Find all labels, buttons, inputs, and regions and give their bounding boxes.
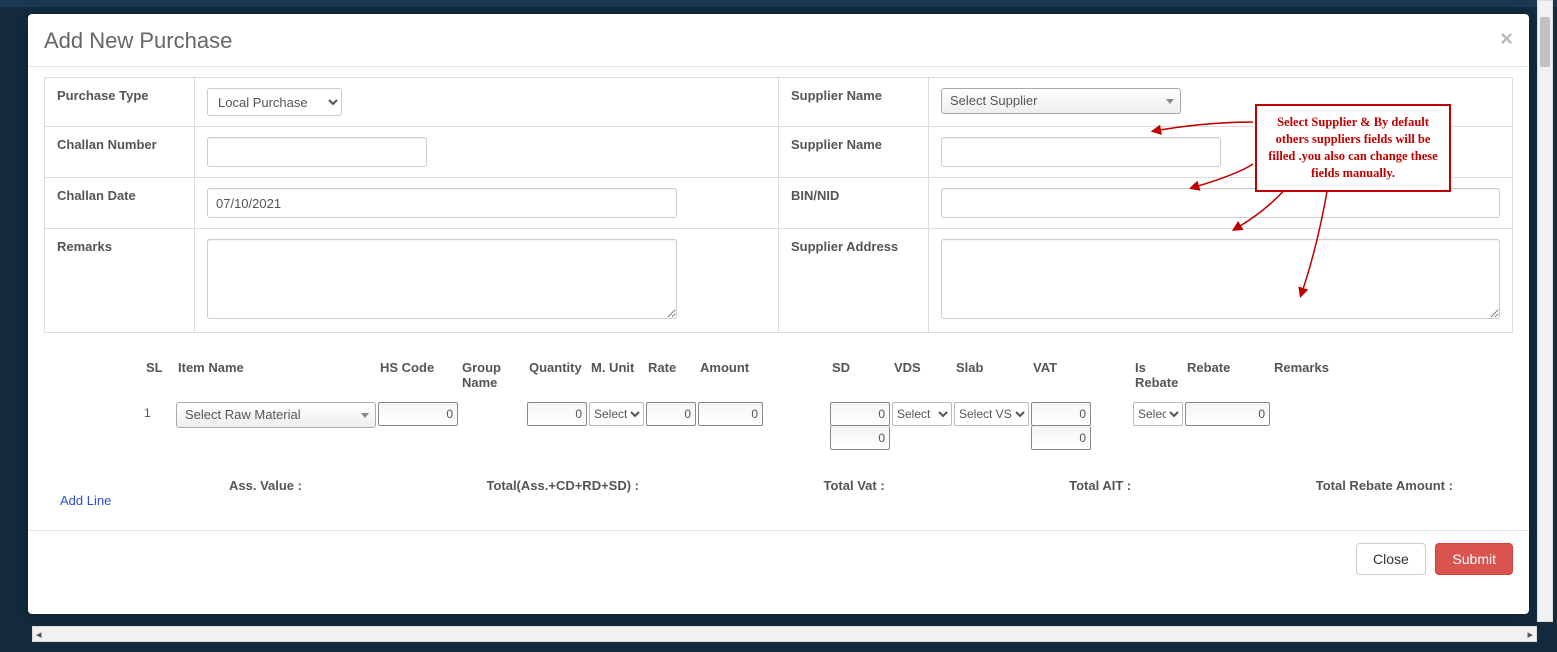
- supplier-name-text-label: Supplier Name: [779, 127, 929, 178]
- add-line-link[interactable]: Add Line: [60, 493, 111, 508]
- vertical-scrollbar[interactable]: [1537, 0, 1553, 622]
- col-slab: Slab: [954, 358, 1029, 377]
- col-sl: SL: [144, 358, 174, 377]
- rate-input[interactable]: [646, 402, 696, 426]
- remarks-textarea[interactable]: [207, 239, 677, 319]
- sd-input-1[interactable]: [830, 402, 890, 426]
- col-rebate: Rebate: [1185, 358, 1270, 377]
- col-rate: Rate: [646, 358, 696, 377]
- col-qty: Quantity: [527, 358, 587, 377]
- unit-select[interactable]: Select: [589, 402, 644, 426]
- col-hs: HS Code: [378, 358, 458, 377]
- supplier-address-label: Supplier Address: [779, 229, 929, 333]
- purchase-type-label: Purchase Type: [45, 78, 195, 127]
- scroll-left-icon[interactable]: ◂: [36, 628, 42, 641]
- col-sd: SD: [830, 358, 890, 377]
- add-purchase-modal: Add New Purchase × Purchase Type Local P…: [28, 14, 1529, 614]
- line-row: 1 Select Raw Material Select Select Sele…: [144, 402, 1513, 450]
- col-group: Group Name: [460, 358, 525, 392]
- sd-input-2[interactable]: [830, 426, 890, 450]
- supplier-address-textarea[interactable]: [941, 239, 1500, 319]
- qty-input[interactable]: [527, 402, 587, 426]
- total-ass: Ass. Value :: [229, 478, 302, 493]
- col-isrebate: Is Rebate: [1133, 358, 1183, 392]
- item-select[interactable]: Select Raw Material: [176, 402, 376, 428]
- scroll-right-icon[interactable]: ▸: [1527, 628, 1533, 641]
- supplier-select[interactable]: Select Supplier: [941, 88, 1181, 114]
- line-sl: 1: [144, 402, 174, 420]
- total-rebate: Total Rebate Amount :: [1316, 478, 1453, 493]
- col-vat: VAT: [1031, 358, 1131, 377]
- totals-row: Ass. Value : Total(Ass.+CD+RD+SD) : Tota…: [229, 478, 1453, 493]
- col-unit: M. Unit: [589, 358, 644, 377]
- bin-nid-input[interactable]: [941, 188, 1500, 218]
- vat-input-1[interactable]: [1031, 402, 1091, 426]
- horizontal-scrollbar[interactable]: ◂ ▸: [32, 626, 1537, 642]
- hs-input[interactable]: [378, 402, 458, 426]
- bin-nid-label: BIN/NID: [779, 178, 929, 229]
- submit-button[interactable]: Submit: [1435, 543, 1513, 575]
- challan-number-label: Challan Number: [45, 127, 195, 178]
- supplier-name-label: Supplier Name: [779, 78, 929, 127]
- remarks-label: Remarks: [45, 229, 195, 333]
- purchase-type-select[interactable]: Local Purchase: [207, 88, 342, 116]
- total-asd: Total(Ass.+CD+RD+SD) :: [486, 478, 639, 493]
- annotation-callout: Select Supplier & By default others supp…: [1255, 104, 1451, 192]
- challan-date-label: Challan Date: [45, 178, 195, 229]
- col-item: Item Name: [176, 358, 376, 377]
- vds-select[interactable]: Select: [892, 402, 952, 426]
- challan-number-input[interactable]: [207, 137, 427, 167]
- line-items-header: SL Item Name HS Code Group Name Quantity…: [144, 358, 1513, 392]
- col-amount: Amount: [698, 358, 828, 377]
- col-remarks: Remarks: [1272, 358, 1362, 377]
- challan-date-input[interactable]: [207, 188, 677, 218]
- slab-select[interactable]: Select VSl: [954, 402, 1029, 426]
- rebate-input[interactable]: [1185, 402, 1270, 426]
- isrebate-select[interactable]: Select: [1133, 402, 1183, 426]
- total-vat: Total Vat :: [824, 478, 885, 493]
- close-button[interactable]: Close: [1356, 543, 1426, 575]
- close-icon[interactable]: ×: [1500, 28, 1513, 50]
- col-vds: VDS: [892, 358, 952, 377]
- modal-header: Add New Purchase ×: [28, 14, 1529, 67]
- total-ait: Total AIT :: [1069, 478, 1131, 493]
- supplier-name-input[interactable]: [941, 137, 1221, 167]
- modal-title: Add New Purchase: [44, 28, 232, 54]
- modal-footer: Close Submit: [28, 530, 1529, 587]
- vat-input-2[interactable]: [1031, 426, 1091, 450]
- amount-input[interactable]: [698, 402, 763, 426]
